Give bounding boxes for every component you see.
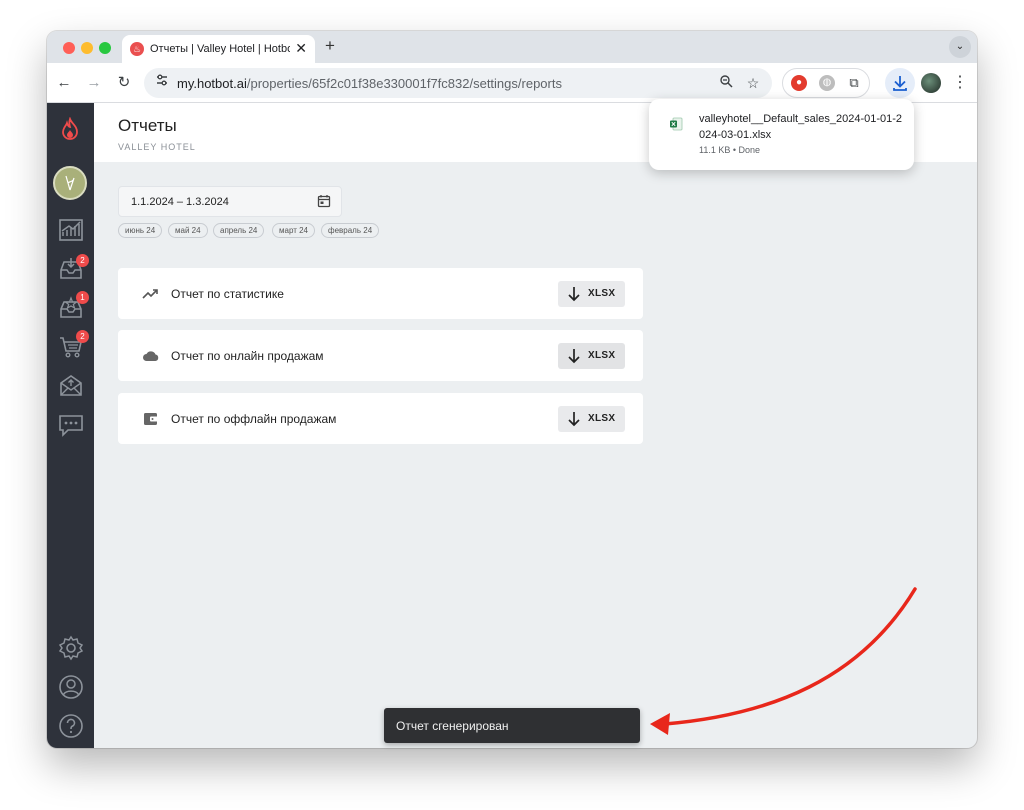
arrow-down-icon bbox=[568, 412, 580, 427]
download-filename[interactable]: valleyhotel__Default_sales_2024-01-01-20… bbox=[699, 111, 904, 143]
tab-close-icon[interactable]: ✕ bbox=[295, 40, 307, 57]
user-profile-icon[interactable] bbox=[58, 674, 84, 700]
snackbar-notification: Отчет сгенерирован bbox=[384, 708, 640, 743]
url-text[interactable]: my.hotbot.ai/properties/65f2c01f38e33000… bbox=[177, 76, 562, 91]
settings-gear-icon[interactable] bbox=[58, 635, 84, 661]
cart-badge: 2 bbox=[76, 330, 89, 343]
page-title: Отчеты bbox=[118, 116, 177, 135]
browser-menu-icon[interactable]: ⋮ bbox=[952, 72, 968, 92]
maximize-window-button[interactable] bbox=[99, 42, 111, 54]
reload-button[interactable]: ↻ bbox=[113, 72, 135, 94]
close-window-button[interactable] bbox=[63, 42, 75, 54]
xlsx-label: XLSX bbox=[588, 413, 616, 424]
bookmark-star-icon[interactable]: ☆ bbox=[744, 74, 762, 92]
tab-strip: ♨ Отчеты | Valley Hotel | Hotbot ✕ + ⌄ bbox=[47, 31, 977, 63]
report-label: Отчет по статистике bbox=[171, 287, 284, 301]
preset-chip-apr[interactable]: апрель 24 bbox=[213, 223, 265, 238]
cloud-icon bbox=[143, 351, 159, 361]
tab-title: Отчеты | Valley Hotel | Hotbot bbox=[150, 43, 290, 55]
address-bar[interactable]: my.hotbot.ai/properties/65f2c01f38e33000… bbox=[144, 68, 772, 98]
globe-extension-icon[interactable]: ◍ bbox=[819, 75, 835, 91]
arrow-down-icon bbox=[568, 349, 580, 364]
hotbot-logo-icon[interactable] bbox=[60, 117, 80, 141]
excel-file-icon bbox=[670, 117, 683, 131]
help-icon[interactable] bbox=[58, 713, 84, 739]
hotel-logo-icon bbox=[65, 175, 75, 191]
back-button[interactable]: ← bbox=[53, 72, 75, 94]
preset-chip-may[interactable]: май 24 bbox=[168, 223, 208, 238]
zoom-icon[interactable] bbox=[717, 74, 735, 92]
date-range-input[interactable]: 1.1.2024 – 1.3.2024 bbox=[118, 186, 342, 217]
download-meta: 11.1 KB • Done bbox=[699, 145, 761, 155]
profile-avatar[interactable] bbox=[921, 73, 941, 93]
puzzle-extensions-icon[interactable]: ⧉ bbox=[846, 75, 862, 91]
adblock-extension-icon[interactable]: ● bbox=[791, 75, 807, 91]
browser-toolbar: ← → ↻ my.hotbot.ai/properties/65f2c01f38… bbox=[47, 63, 977, 103]
report-label: Отчет по онлайн продажам bbox=[171, 349, 324, 363]
arrow-down-icon bbox=[568, 287, 580, 302]
xlsx-label: XLSX bbox=[588, 288, 616, 299]
analytics-chart-icon[interactable] bbox=[58, 217, 84, 243]
mail-upload-icon[interactable] bbox=[58, 373, 84, 399]
download-bubble: valleyhotel__Default_sales_2024-01-01-20… bbox=[649, 99, 914, 170]
preset-chip-mar[interactable]: март 24 bbox=[272, 223, 316, 238]
inbox-badge: 2 bbox=[76, 254, 89, 267]
snackbar-message: Отчет сгенерирован bbox=[396, 719, 509, 733]
downloads-button[interactable] bbox=[885, 68, 915, 98]
download-xlsx-button[interactable]: XLSX bbox=[558, 343, 625, 369]
xlsx-label: XLSX bbox=[588, 350, 616, 361]
download-xlsx-button[interactable]: XLSX bbox=[558, 406, 625, 432]
report-card-statistics: Отчет по статистике XLSX bbox=[118, 268, 643, 319]
url-path: /properties/65f2c01f38e330001f7fc832/set… bbox=[246, 76, 562, 91]
preset-chip-jun[interactable]: июнь 24 bbox=[118, 223, 163, 238]
trending-up-icon bbox=[142, 289, 158, 299]
download-icon bbox=[893, 76, 907, 91]
hotbot-favicon-icon: ♨ bbox=[130, 42, 144, 56]
hotel-avatar[interactable] bbox=[53, 166, 87, 200]
app-sidebar: 2 1 2 bbox=[47, 103, 94, 748]
report-card-offline-sales: Отчет по оффлайн продажам XLSX bbox=[118, 393, 643, 444]
url-host: my.hotbot.ai bbox=[177, 76, 247, 91]
hotel-name: VALLEY HOTEL bbox=[118, 142, 196, 152]
reviews-badge: 1 bbox=[76, 291, 89, 304]
site-settings-icon[interactable] bbox=[152, 73, 172, 93]
calendar-icon[interactable] bbox=[317, 194, 331, 208]
extensions-group: ● ◍ ⧉ bbox=[782, 68, 870, 98]
preset-chip-feb[interactable]: февраль 24 bbox=[321, 223, 380, 238]
tab-search-button[interactable]: ⌄ bbox=[949, 36, 971, 58]
new-tab-button[interactable]: + bbox=[325, 36, 335, 56]
download-xlsx-button[interactable]: XLSX bbox=[558, 281, 625, 307]
forward-button[interactable]: → bbox=[83, 72, 105, 94]
report-card-online-sales: Отчет по онлайн продажам XLSX bbox=[118, 330, 643, 381]
browser-tab-active[interactable]: ♨ Отчеты | Valley Hotel | Hotbot ✕ bbox=[122, 35, 315, 63]
date-range-value: 1.1.2024 – 1.3.2024 bbox=[131, 196, 229, 208]
wallet-icon bbox=[144, 413, 158, 425]
report-label: Отчет по оффлайн продажам bbox=[171, 412, 337, 426]
minimize-window-button[interactable] bbox=[81, 42, 93, 54]
chat-bubble-icon[interactable] bbox=[58, 412, 84, 438]
